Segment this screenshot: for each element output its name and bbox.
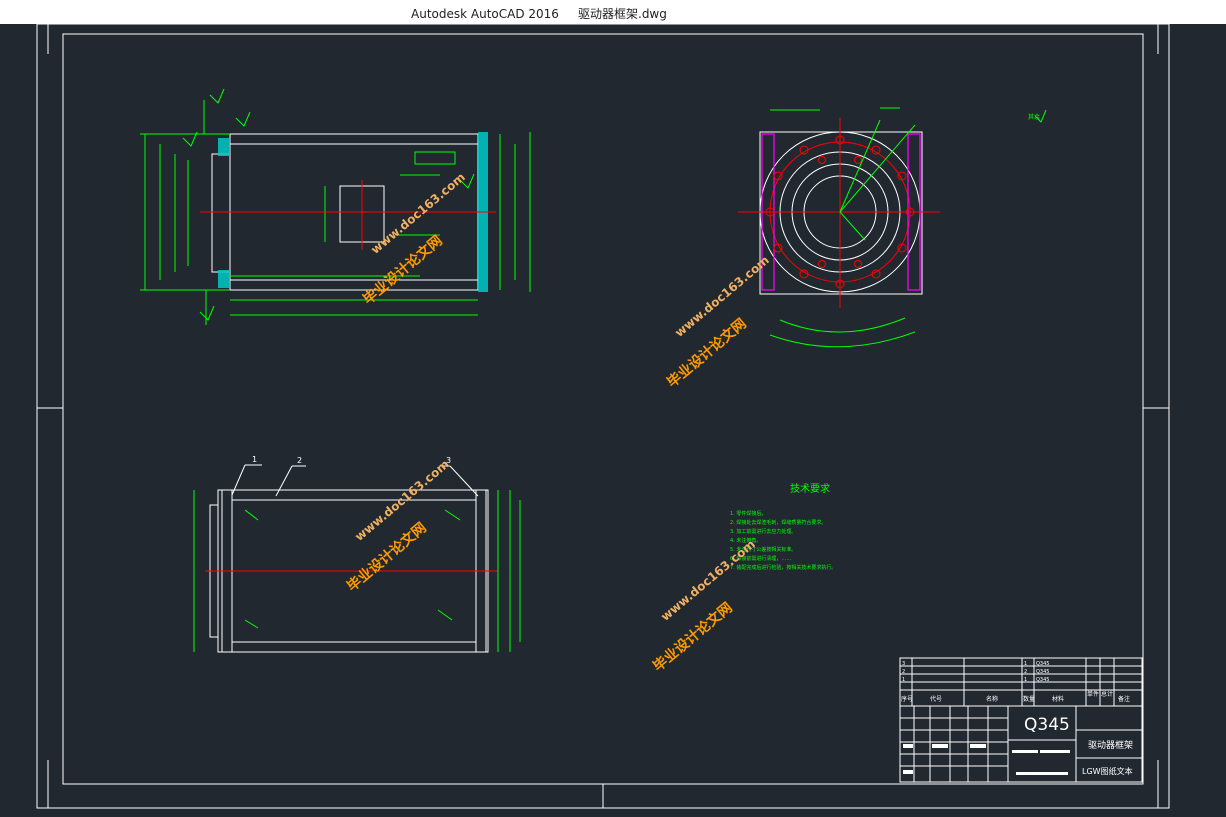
material-label: Q345 <box>1024 715 1070 735</box>
file-name: 驱动器框架.dwg <box>578 7 667 21</box>
watermark-url: www.doc163.com <box>368 170 468 257</box>
roughness-note: 其余 <box>1028 113 1040 121</box>
tech-req-line: 2. 焊接处去焊渣毛刺，焊缝质量符合要求。 <box>730 519 826 526</box>
bom-row-material: Q345 <box>1036 669 1049 675</box>
bom-header-remark: 备注 <box>1118 695 1130 703</box>
bom-row-material: Q345 <box>1036 677 1049 683</box>
bom-header-total: 总计 <box>1101 690 1113 698</box>
app-name: Autodesk AutoCAD 2016 <box>411 7 559 21</box>
window-title-bar: Autodesk AutoCAD 2016 驱动器框架.dwg <box>0 0 1226 24</box>
balloon-1: 1 <box>252 455 257 464</box>
balloon-2: 2 <box>297 456 302 465</box>
drawing-canvas[interactable]: 1 2 3 技术要求 1. 零件焊接后， 2. 焊接处去焊渣毛刺，焊缝质量符合要… <box>0 23 1226 813</box>
tech-req-line: 3. 加工前需进行去应力处理。 <box>730 528 796 535</box>
bom-header-unit: 单件 <box>1087 690 1099 698</box>
front-section-view[interactable] <box>140 88 531 325</box>
bom-header-material: 材料 <box>1052 695 1064 703</box>
end-view[interactable] <box>738 107 1047 348</box>
title-block[interactable]: 3 1 Q345 2 2 Q345 1 1 Q345 序号 代号 名称 数量 材… <box>899 657 1143 783</box>
bom-header-no: 序号 <box>901 695 913 703</box>
watermark-url: www.doc163.com <box>658 537 758 624</box>
cad-drawing[interactable]: 1 2 3 技术要求 1. 零件焊接后， 2. 焊接处去焊渣毛刺，焊缝质量符合要… <box>0 23 1226 813</box>
tech-req-title: 技术要求 <box>790 482 830 495</box>
bom-header-code: 代号 <box>930 695 942 703</box>
top-view[interactable]: 1 2 3 <box>193 455 521 653</box>
tech-req-line: 7. 装配完成后进行检验，按相关技术要求执行。 <box>730 564 836 571</box>
part-name: 驱动器框架 <box>1088 739 1133 751</box>
tech-req-line: 1. 零件焊接后， <box>730 510 766 517</box>
bom-header-name: 名称 <box>986 695 998 703</box>
bom-row-qty: 1 <box>1024 677 1027 683</box>
bom-row-material: Q345 <box>1036 661 1049 667</box>
bom-row-qty: 2 <box>1024 669 1027 675</box>
watermarks: 毕业设计论文网 www.doc163.com 毕业设计论文网 www.doc16… <box>344 170 772 675</box>
bom-row-qty: 1 <box>1024 661 1027 667</box>
watermark-url: www.doc163.com <box>672 253 772 340</box>
bom-header-qty: 数量 <box>1023 695 1035 703</box>
bom-row-no: 1 <box>902 677 905 683</box>
drawing-type: LGW图纸文本 <box>1082 766 1133 776</box>
window-title: Autodesk AutoCAD 2016 驱动器框架.dwg <box>411 5 667 22</box>
bom-row-no: 2 <box>902 669 905 675</box>
bom-row-no: 3 <box>902 661 905 667</box>
